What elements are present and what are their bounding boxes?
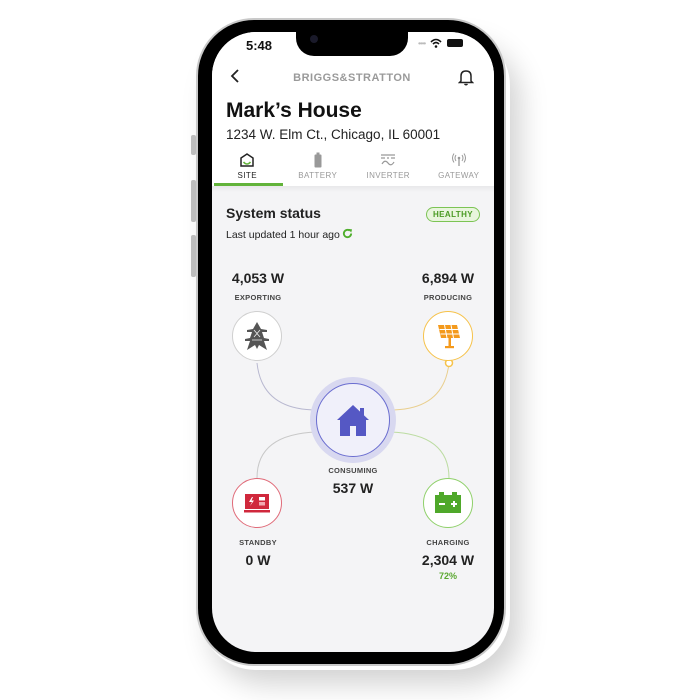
battery-percent: 72%: [438, 571, 457, 581]
solar-value: 6,894 W: [421, 270, 475, 286]
volume-down-button: [191, 235, 196, 277]
solar-flow-line: [389, 362, 450, 411]
status-battery-icon: [447, 39, 464, 47]
cellular-signal-icon: ••••: [418, 38, 426, 48]
solar-label: PRODUCING: [423, 293, 473, 302]
status-icons: ••••: [418, 38, 464, 48]
generator-node[interactable]: [232, 478, 282, 528]
app-screen: BRIGGS&STRATTON Mark’s House 1234 W. Elm…: [212, 32, 494, 652]
solar-node[interactable]: [423, 311, 473, 361]
grid-value: 4,053 W: [231, 270, 285, 286]
solar-panel-icon: [438, 324, 460, 349]
generator-label: STANDBY: [239, 538, 277, 547]
battery-icon: [435, 492, 461, 513]
battery-label: CHARGING: [426, 538, 470, 547]
status-time: 5:48: [246, 38, 273, 53]
home-label: CONSUMING: [328, 466, 378, 475]
battery-value: 2,304 W: [421, 552, 475, 568]
home-node[interactable]: [316, 383, 390, 457]
volume-up-button: [191, 180, 196, 222]
power-tower-icon: [245, 322, 269, 350]
house-icon: [337, 405, 369, 436]
grid-flow-line: [256, 362, 318, 411]
generator-icon: [244, 494, 270, 513]
wifi-icon: [430, 38, 442, 48]
generator-flow-line: [256, 431, 318, 479]
generator-value: 0 W: [245, 552, 271, 568]
front-camera: [310, 35, 318, 43]
home-value: 537 W: [332, 480, 374, 496]
battery-flow-line: [389, 431, 450, 479]
grid-node[interactable]: [232, 311, 282, 361]
grid-label: EXPORTING: [234, 293, 282, 302]
mute-switch: [191, 135, 196, 155]
battery-node[interactable]: [423, 478, 473, 528]
